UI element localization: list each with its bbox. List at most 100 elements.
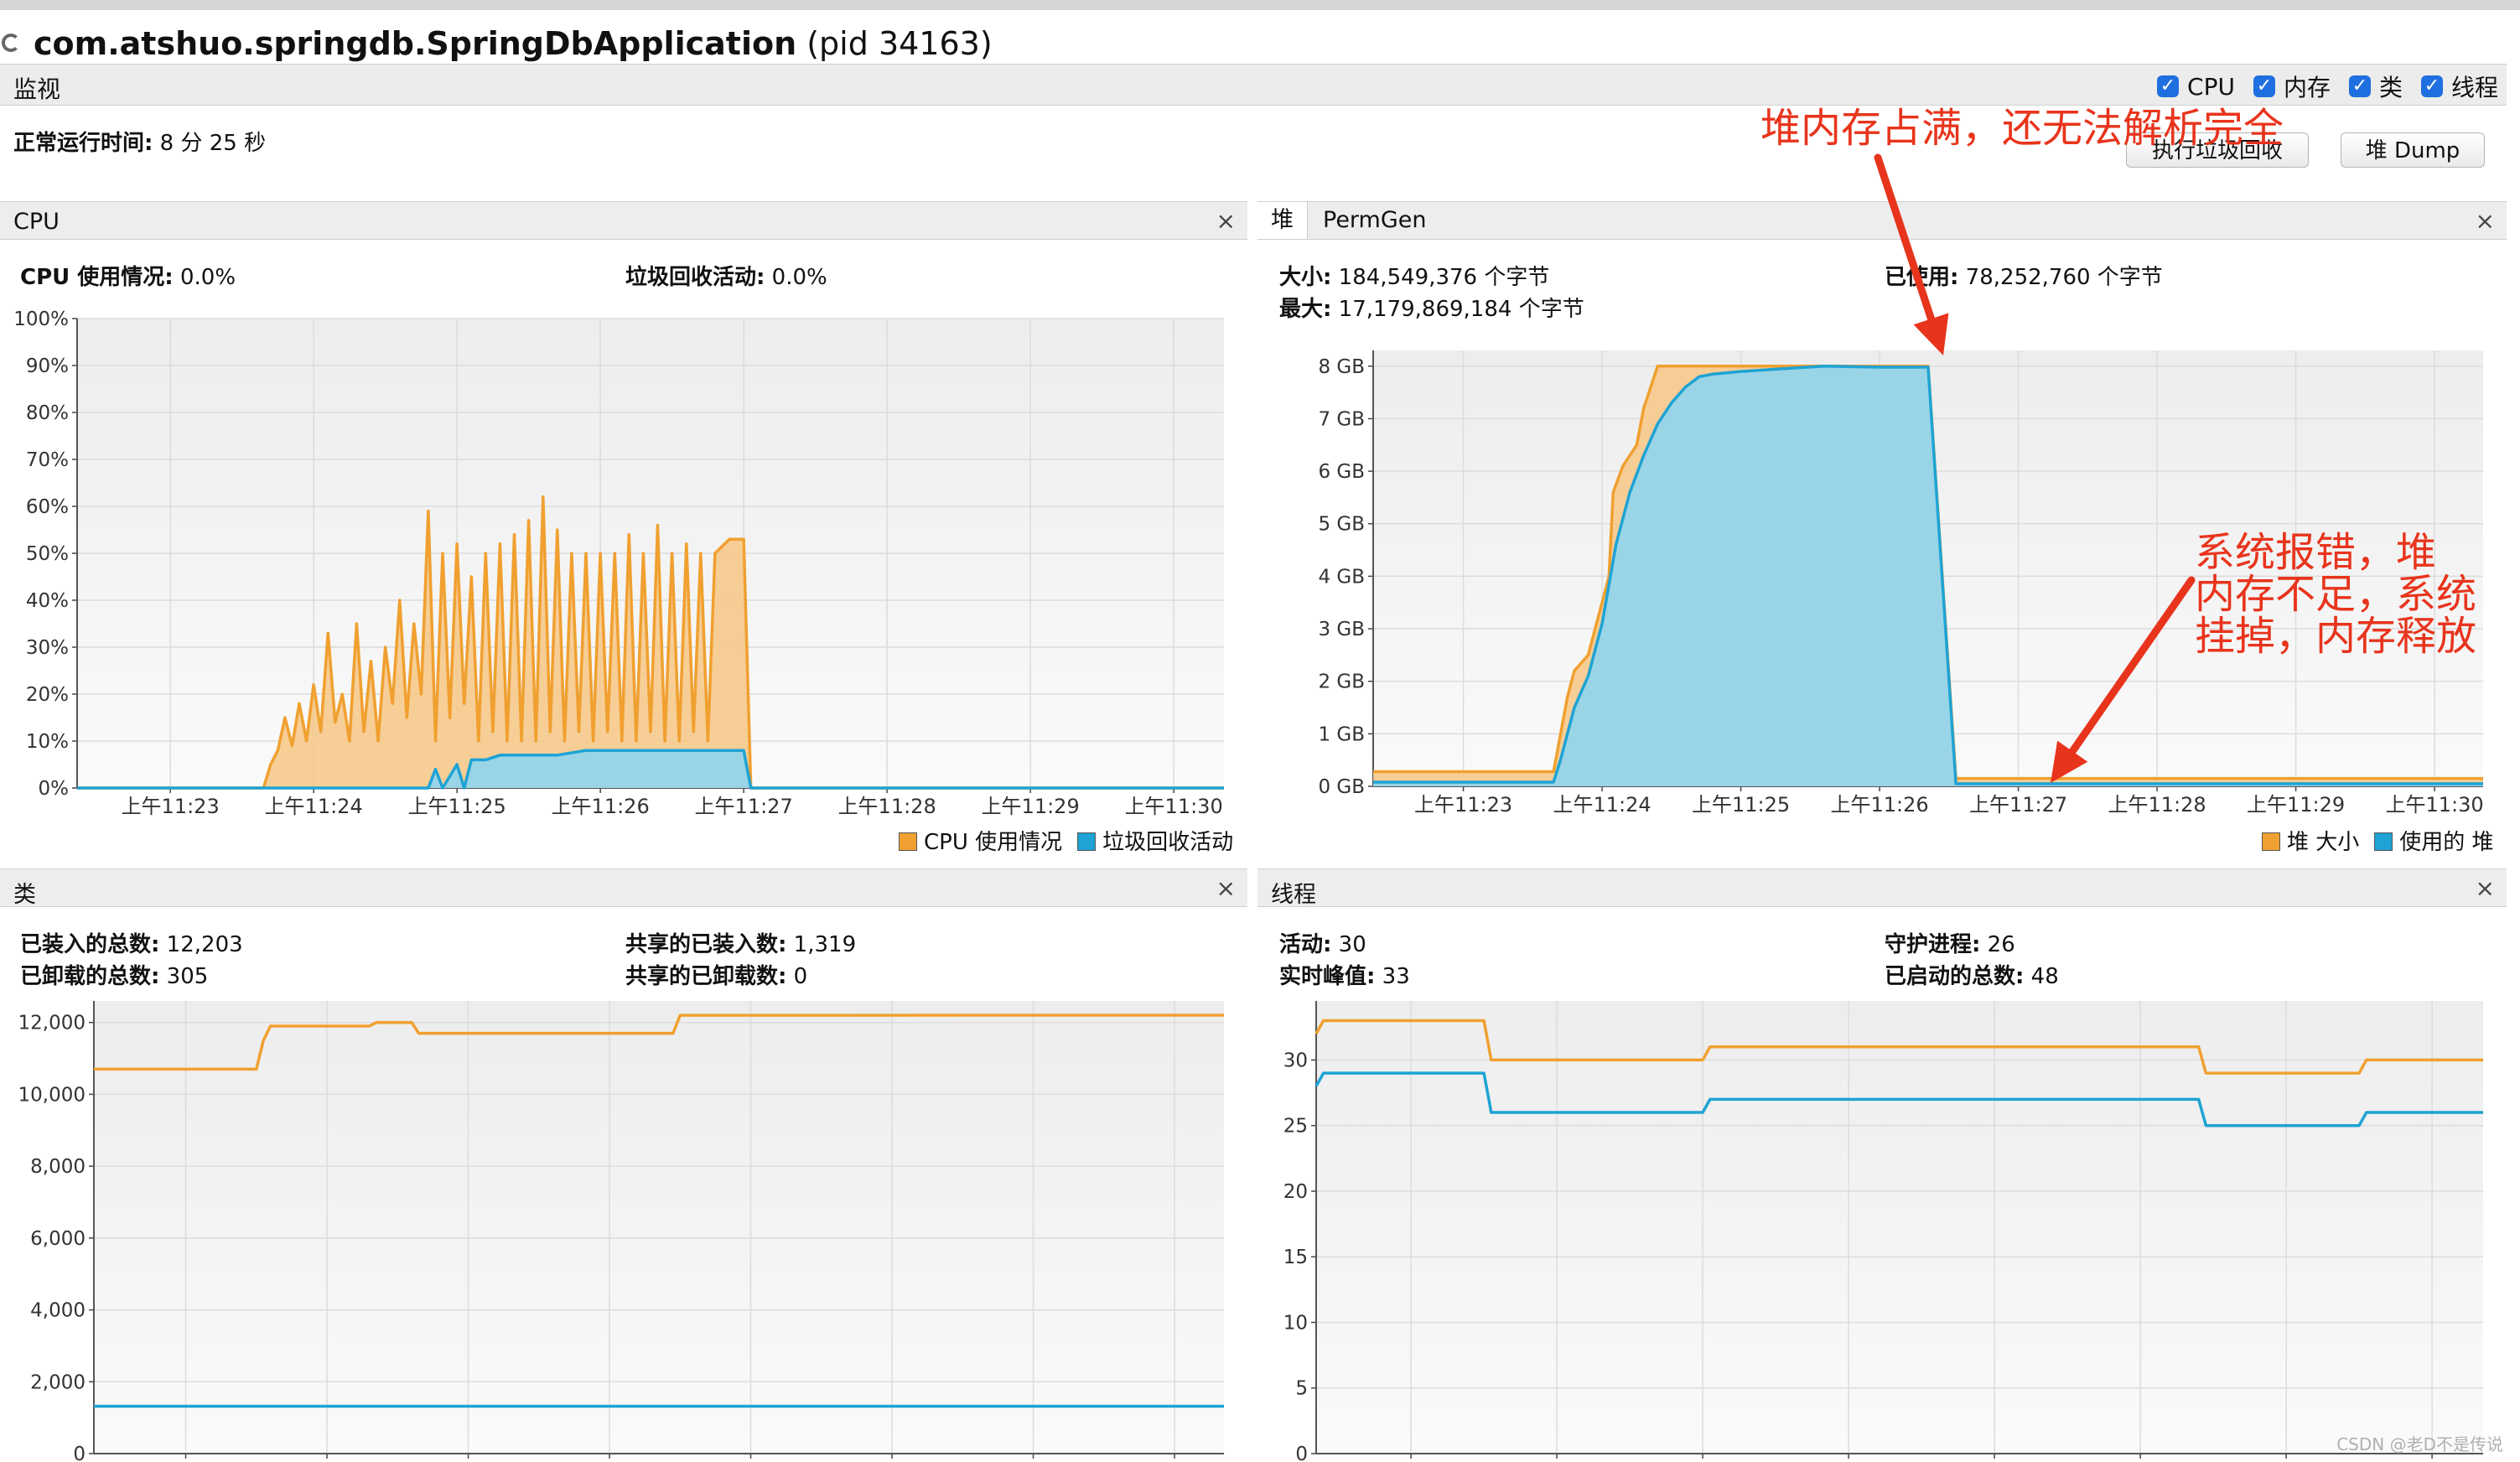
y-tick-label: 12,000	[18, 1013, 86, 1034]
x-tick-label: 上午11:26	[552, 795, 650, 818]
threads-panel-title: 线程	[1271, 882, 1316, 908]
y-tick-label: 7 GB	[1318, 408, 1365, 430]
heap-dump-button[interactable]: 堆 Dump	[2341, 132, 2485, 168]
classes-loaded-label: 已装入的总数:	[20, 932, 160, 957]
checkbox-cpu-label: CPU	[2187, 72, 2235, 101]
threads-daemon-label: 守护进程:	[1885, 932, 1981, 957]
classes-unloaded-label: 已卸载的总数:	[20, 964, 160, 989]
heap-used-stat: 已使用: 78,252,760 个字节	[1885, 260, 2163, 291]
plot-area	[94, 1001, 1224, 1454]
y-tick-label: 0 GB	[1318, 776, 1365, 798]
shared-unloaded-label: 共享的已卸载数:	[625, 964, 787, 989]
classes-chart: 0 2,000 4,000 6,000 8,000 10,000 12,000	[18, 1001, 1225, 1462]
y-tick-label: 25	[1283, 1116, 1308, 1138]
checkmark-icon: ✓	[2348, 75, 2371, 97]
checkmark-icon: ✓	[2253, 75, 2275, 97]
close-icon[interactable]: ×	[1216, 207, 1236, 235]
classes-loaded-stat: 已装入的总数: 12,203	[20, 927, 243, 958]
title-bar: com.atshuo.springdb.SpringDbApplication …	[0, 10, 2520, 64]
annotation-heap-full: 堆内存占满，还无法解析完全	[1760, 105, 2284, 152]
heap-max-stat: 最大: 17,179,869,184 个字节	[1279, 292, 1584, 323]
threads-live-label: 活动:	[1279, 932, 1332, 957]
y-tick-label: 1 GB	[1318, 723, 1365, 745]
y-tick-label: 100%	[13, 308, 69, 330]
y-tick-label: 20	[1283, 1181, 1308, 1203]
legend-heap-size-label: 堆 大小	[2287, 830, 2360, 855]
annotation-crash-line: 挂掉，内存释放	[2195, 613, 2477, 660]
x-tick-label: 上午11:29	[2247, 793, 2345, 817]
close-icon[interactable]: ×	[2476, 207, 2495, 235]
plot-area	[1316, 1001, 2483, 1454]
y-tick-label: 20%	[26, 684, 69, 706]
x-tick-label: 上午11:26	[1830, 793, 1928, 817]
y-tick-label: 5 GB	[1318, 514, 1365, 536]
y-tick-label: 30%	[26, 637, 69, 659]
y-tick-label: 30	[1283, 1050, 1308, 1071]
y-tick-label: 8 GB	[1318, 356, 1365, 378]
monitor-bar: 监视 ✓ CPU ✓ 内存 ✓ 类 ✓ 线程	[0, 64, 2507, 106]
checkbox-memory-label: 内存	[2283, 74, 2331, 101]
cpu-legend: CPU 使用情况 垃圾回收活动	[899, 825, 1233, 856]
x-tick-label: 上午11:25	[408, 795, 506, 818]
shared-loaded-value: 1,319	[793, 932, 857, 957]
threads-live-value: 30	[1338, 932, 1366, 957]
threads-chart: 0 5 10 15 20 25 30	[1283, 1001, 2483, 1462]
classes-loaded-value: 12,203	[166, 932, 243, 957]
monitor-title: 监视	[13, 75, 61, 103]
legend-swatch-orange	[899, 832, 917, 851]
y-tick-label: 5	[1295, 1378, 1308, 1400]
annotation-crash-line: 系统报错，堆	[2195, 529, 2437, 576]
threads-started-stat: 已启动的总数: 48	[1885, 959, 2059, 990]
checkbox-memory[interactable]: ✓ 内存	[2253, 70, 2331, 103]
cpu-chart: 上午11:23 上午11:24 上午11:25 上午11:26 上午11:27 上午11:…	[13, 308, 1224, 818]
threads-daemon-stat: 守护进程: 26	[1885, 927, 2015, 958]
x-tick-label: 上午11:30	[2385, 793, 2483, 817]
close-icon[interactable]: ×	[1216, 874, 1236, 902]
heap-max-value: 17,179,869,184 个字节	[1338, 297, 1584, 322]
heap-legend: 堆 大小 使用的 堆	[2262, 825, 2494, 856]
x-tick-label: 上午11:28	[2108, 793, 2206, 817]
y-tick-label: 0%	[39, 778, 70, 800]
shared-unloaded-value: 0	[793, 964, 808, 989]
app-pid: (pid 34163)	[806, 25, 993, 62]
x-tick-label: 上午11:27	[695, 795, 793, 818]
threads-daemon-value: 26	[1987, 932, 2015, 957]
classes-unloaded-stat: 已卸载的总数: 305	[20, 959, 208, 990]
classes-panel-header: 类 ×	[0, 868, 1247, 908]
y-tick-label: 60%	[26, 496, 69, 518]
threads-peak-stat: 实时峰值: 33	[1279, 959, 1410, 990]
checkbox-cpu[interactable]: ✓ CPU	[2157, 70, 2235, 103]
x-tick-label: 上午11:27	[1969, 793, 2067, 817]
heap-used-value: 78,252,760 个字节	[1965, 265, 2163, 290]
x-tick-label: 上午11:28	[838, 795, 936, 818]
threads-peak-label: 实时峰值:	[1279, 964, 1376, 989]
legend-cpu-usage: CPU 使用情况	[899, 825, 1062, 856]
x-tick-label: 上午11:25	[1692, 793, 1790, 817]
y-tick-label: 4 GB	[1318, 566, 1365, 588]
cpu-panel-title: CPU	[13, 209, 60, 235]
x-tick-label: 上午11:30	[1125, 795, 1223, 818]
legend-gc-activity-label: 垃圾回收活动	[1102, 830, 1234, 855]
window-top-strip	[0, 0, 2520, 10]
close-icon[interactable]: ×	[2476, 874, 2495, 902]
cpu-usage-label: CPU 使用情况:	[20, 265, 174, 290]
legend-gc-activity: 垃圾回收活动	[1077, 825, 1233, 856]
checkbox-classes[interactable]: ✓ 类	[2348, 70, 2403, 103]
y-tick-label: 80%	[26, 402, 69, 424]
legend-swatch-blue	[1077, 832, 1097, 851]
y-tick-label: 0	[1295, 1444, 1308, 1462]
checkbox-threads[interactable]: ✓ 线程	[2420, 70, 2498, 103]
checkmark-icon: ✓	[2157, 75, 2180, 97]
classes-panel-title: 类	[13, 882, 36, 908]
legend-cpu-usage-label: CPU 使用情况	[924, 830, 1063, 855]
monitor-checkboxes: ✓ CPU ✓ 内存 ✓ 类 ✓ 线程	[2157, 70, 2498, 103]
uptime: 正常运行时间: 8 分 25 秒	[13, 126, 266, 157]
tab-heap[interactable]: 堆	[1257, 202, 1308, 239]
tab-permgen[interactable]: PermGen	[1309, 202, 1440, 239]
threads-peak-value: 33	[1382, 964, 1410, 989]
watermark: CSDN @老D不是传说	[2336, 1434, 2503, 1454]
y-tick-label: 15	[1283, 1247, 1308, 1268]
legend-swatch-blue	[2374, 832, 2393, 851]
x-tick-label: 上午11:24	[265, 795, 363, 818]
y-tick-label: 50%	[26, 543, 69, 565]
